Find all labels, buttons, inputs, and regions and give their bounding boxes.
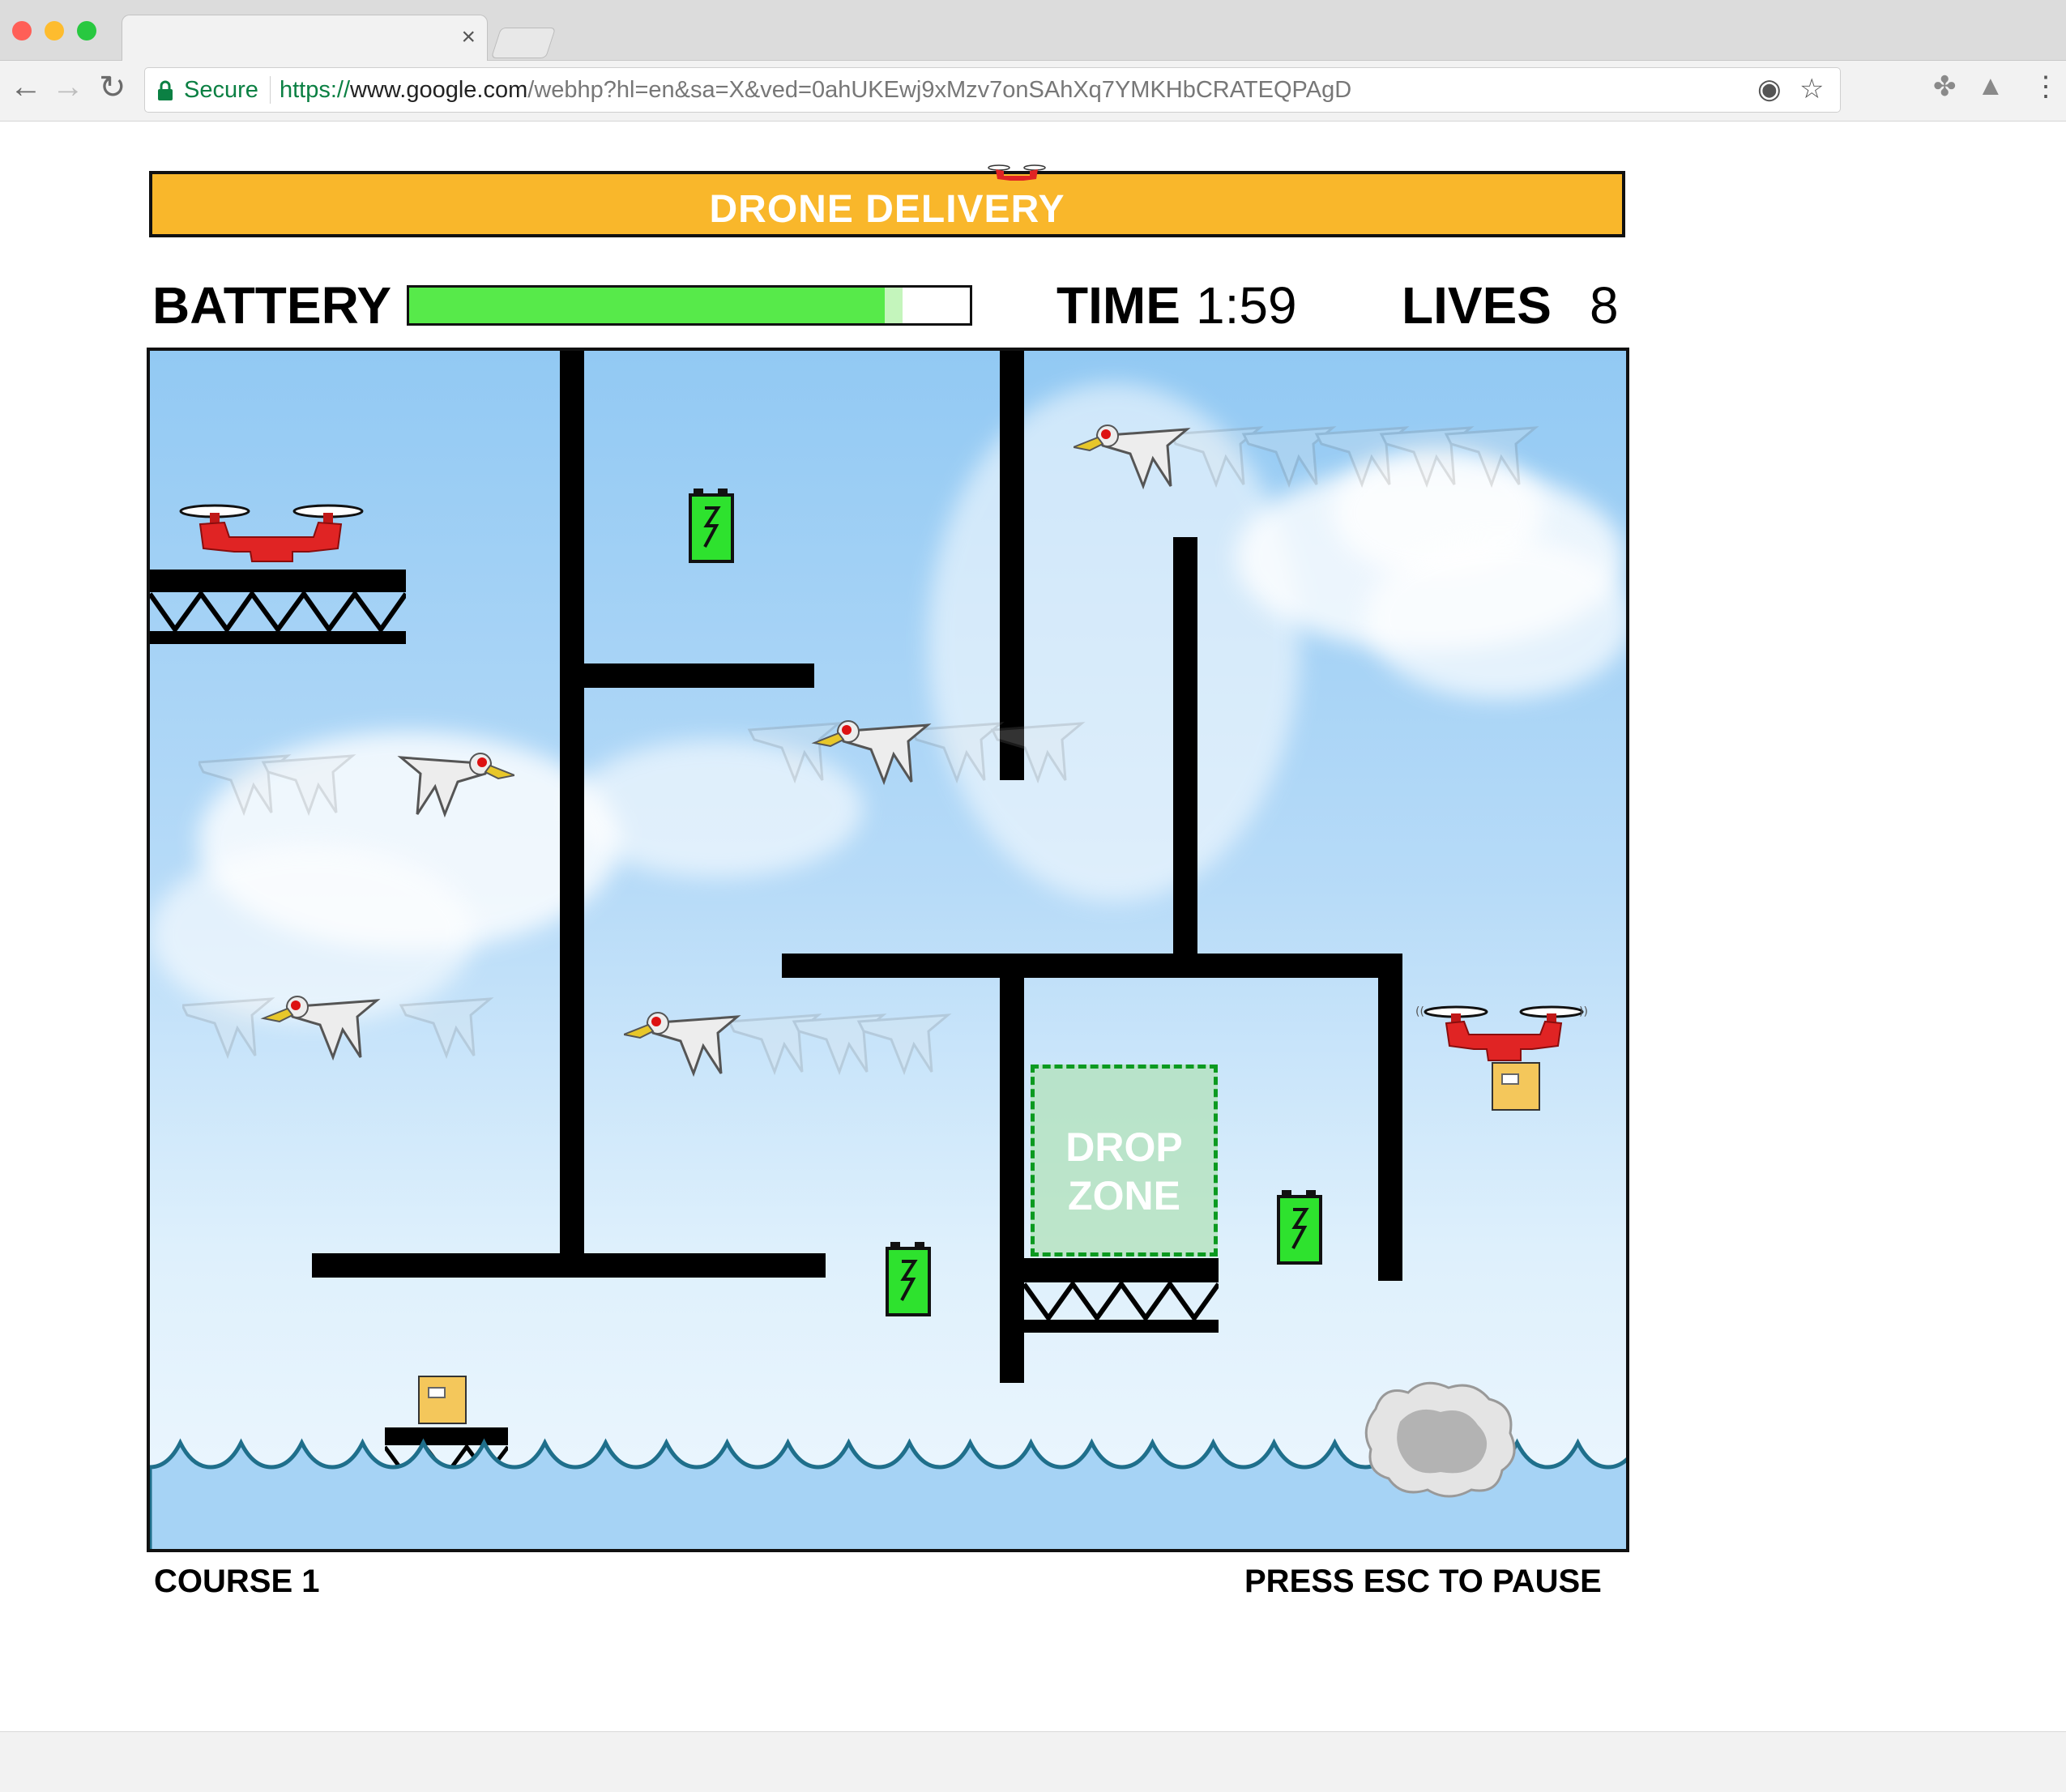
battery-pickup-icon[interactable] (689, 489, 734, 563)
carried-package (1492, 1062, 1540, 1111)
tab-close-icon[interactable]: × (461, 23, 476, 51)
lives-label: LIVES (1402, 276, 1552, 335)
time-value: 1:59 (1196, 276, 1297, 335)
svg-text:((: (( (1415, 1005, 1424, 1018)
maze-wall (1378, 954, 1402, 1281)
url-text[interactable]: https://www.google.com/webhp?hl=en&sa=X&… (280, 77, 1351, 104)
battery-meter-fill (409, 288, 903, 323)
address-bar[interactable]: Secure https://www.google.com/webhp?hl=e… (144, 67, 1841, 113)
game-title-banner: DRONE DELIVERY (149, 164, 1625, 237)
drop-zone: DROP ZONE (1031, 1065, 1218, 1257)
lives-value: 8 (1590, 276, 1619, 335)
menu-icon[interactable]: ⋮ (2032, 70, 2060, 103)
seagull-enemy (1074, 425, 1539, 490)
game-field[interactable]: DROP ZONE (( )) (147, 348, 1629, 1552)
new-tab-button[interactable] (490, 28, 557, 58)
battery-label: BATTERY (152, 276, 392, 335)
maze-wall (312, 1253, 826, 1278)
reload-icon[interactable]: ↻ (99, 69, 126, 106)
seagull-enemy (624, 1012, 952, 1077)
omnibox-divider (270, 76, 271, 104)
svg-text:)): )) (1579, 1005, 1588, 1018)
seagull-enemy (747, 720, 1086, 786)
course-label: COURSE 1 (154, 1564, 320, 1599)
maze-wall (989, 954, 1394, 978)
extension-icon[interactable]: ✤ (1933, 70, 1957, 103)
bookmark-star-icon[interactable]: ☆ (1799, 73, 1824, 105)
minimize-window-dot[interactable] (45, 21, 64, 41)
maze-wall (560, 663, 814, 688)
time-label: TIME (1056, 276, 1180, 335)
browser-status-bar (0, 1731, 2066, 1792)
maximize-window-dot[interactable] (77, 21, 96, 41)
maze-wall (1173, 537, 1197, 954)
seagull-enemy (182, 996, 494, 1061)
maze-wall (560, 351, 584, 1266)
drop-zone-label: DROP (1065, 1124, 1183, 1170)
lock-icon (158, 80, 173, 100)
pause-hint: PRESS ESC TO PAUSE (1244, 1564, 1602, 1599)
package-pickup[interactable] (418, 1376, 467, 1424)
game-title: DRONE DELIVERY (709, 188, 1065, 231)
close-window-dot[interactable] (12, 21, 32, 41)
back-arrow-icon[interactable]: ← (10, 69, 42, 105)
crash-smoke (1364, 1381, 1516, 1498)
battery-meter-tip (884, 288, 903, 323)
browser-tab[interactable]: × (122, 15, 488, 62)
start-platform (150, 570, 406, 644)
secure-label: Secure (184, 77, 258, 103)
battery-pickup-icon[interactable] (886, 1242, 931, 1316)
cloud (1365, 537, 1626, 699)
title-drone-icon (988, 164, 1046, 181)
drone-idle (179, 504, 364, 562)
maze-wall (1000, 954, 1024, 1383)
forward-arrow-icon[interactable]: → (52, 69, 84, 105)
browser-toolbar: ← → ↻ Secure https://www.google.com/webh… (0, 61, 2066, 122)
drop-platform (1024, 1258, 1219, 1333)
battery-meter (407, 285, 972, 326)
seagull-enemy (198, 753, 514, 818)
location-icon[interactable]: ◉ (1757, 73, 1782, 105)
battery-pickup-icon[interactable] (1277, 1190, 1322, 1265)
drive-icon[interactable]: ▲ (1977, 70, 2004, 102)
drop-zone-label: ZONE (1068, 1173, 1180, 1218)
browser-tab-bar: × (0, 0, 2066, 62)
